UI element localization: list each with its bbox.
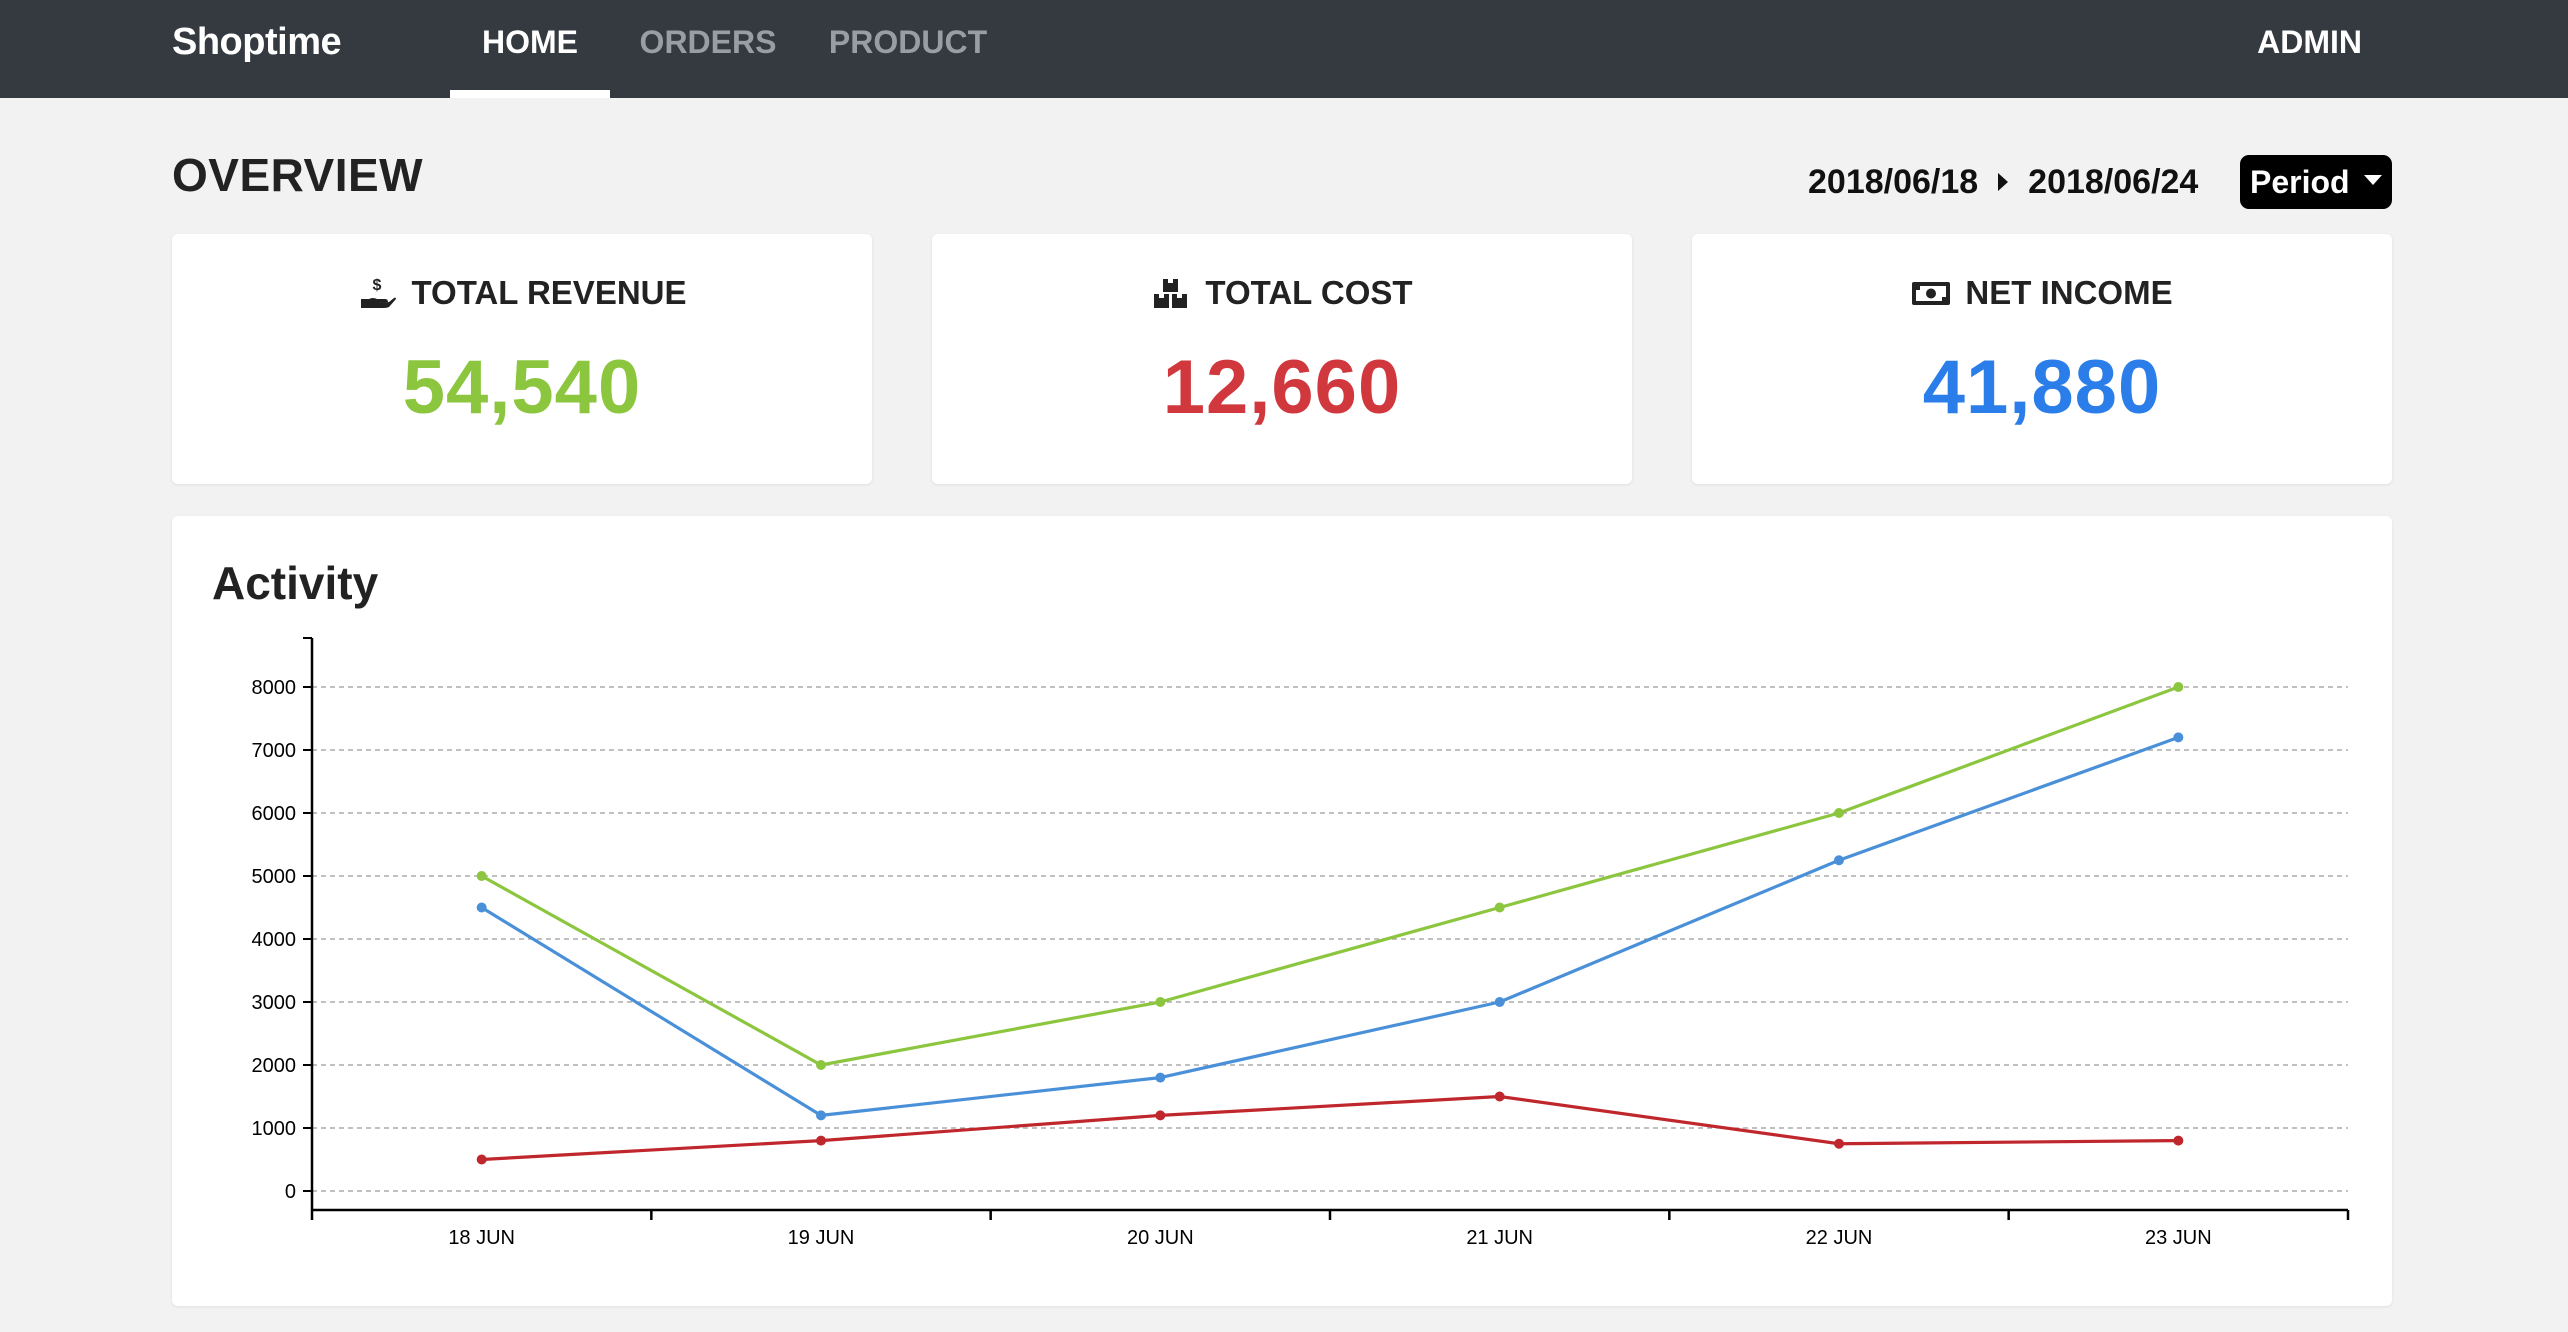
boxes-icon [1154, 279, 1188, 308]
card-label: TOTAL REVENUE [411, 274, 687, 311]
x-tick-label: 20 JUN [1127, 1227, 1194, 1249]
arrow-right-icon [1998, 173, 2009, 191]
caret-down-icon [2363, 175, 2382, 185]
series-0-point [1494, 902, 1505, 913]
card-value: 54,540 [402, 345, 642, 430]
series-1-point [1155, 1072, 1166, 1083]
date-from: 2018/06/18 [1808, 162, 1979, 201]
card-header: $ TOTAL REVENUE [172, 274, 872, 312]
series-2-point [2173, 1135, 2184, 1146]
card-label: TOTAL COST [1205, 274, 1413, 311]
y-tick-label: 6000 [252, 803, 297, 825]
tab-home[interactable]: HOME [450, 0, 610, 98]
activity-line-chart: 0 1000 2000 3000 4000 5000 6000 7000 8000 18 JUN 1… [252, 637, 2350, 1249]
series-2-point [1155, 1110, 1166, 1121]
series-1-point [476, 902, 487, 913]
series-0-point [1155, 997, 1166, 1007]
x-tick-label: 21 JUN [1466, 1227, 1533, 1249]
x-tick-label: 19 JUN [788, 1227, 855, 1249]
y-tick-label: 4000 [252, 929, 297, 951]
y-tick-label: 8000 [252, 677, 297, 699]
page-title: OVERVIEW [172, 149, 424, 201]
svg-text:$: $ [373, 277, 382, 294]
date-range: 2018/06/18 2018/06/24 [1808, 160, 2198, 204]
series-2-point [1834, 1138, 1844, 1149]
tab-product[interactable]: PRODUCT [818, 0, 998, 98]
period-dropdown-button[interactable]: Period [2240, 155, 2392, 209]
activity-panel: Activity 0 1000 2000 3000 4000 5000 6000 7000 80… [172, 516, 2392, 1306]
tab-orders[interactable]: ORDERS [628, 0, 788, 98]
series-2-point [476, 1154, 487, 1165]
series-line-1 [480, 735, 2179, 1118]
series-2-point [1494, 1091, 1505, 1102]
card-value: 41,880 [1922, 345, 2162, 430]
top-navbar: Shoptime HOME ORDERS PRODUCT ADMIN [0, 0, 2568, 98]
y-tick-label: 3000 [252, 992, 297, 1014]
series-1-point [1494, 997, 1505, 1007]
series-0-point [816, 1060, 826, 1070]
period-label: Period [2250, 163, 2350, 200]
brand-logo[interactable]: Shoptime [172, 0, 342, 84]
net-income-card: NET INCOME 41,880 [1692, 234, 2392, 484]
series-1-point [2173, 732, 2184, 743]
x-tick-label: 22 JUN [1806, 1227, 1873, 1249]
series-0-point [2173, 682, 2184, 692]
series-1-point [816, 1110, 826, 1121]
series-1-point [1834, 855, 1844, 866]
hand-holding-dollar-icon: $ [361, 277, 397, 308]
x-tick-label: 23 JUN [2145, 1227, 2212, 1249]
y-tick-label: 5000 [252, 866, 297, 888]
y-tick-label: 7000 [252, 740, 297, 762]
series-2-point [816, 1135, 826, 1146]
x-tick-label: 18 JUN [448, 1227, 515, 1249]
series-0-point [476, 871, 487, 881]
date-to: 2018/06/24 [2028, 162, 2199, 201]
y-tick-label: 2000 [252, 1055, 297, 1077]
money-bill-icon [1912, 282, 1951, 305]
card-label: NET INCOME [1965, 274, 2173, 311]
card-header: NET INCOME [1692, 274, 2392, 312]
admin-menu[interactable]: ADMIN [2257, 0, 2362, 84]
series-0-point [1834, 808, 1844, 818]
y-tick-label: 0 [285, 1181, 296, 1203]
y-tick-label: 1000 [252, 1118, 297, 1140]
total-revenue-card: $ TOTAL REVENUE 54,540 [172, 234, 872, 484]
card-value: 12,660 [1162, 345, 1402, 430]
total-cost-card: TOTAL COST 12,660 [932, 234, 1632, 484]
card-header: TOTAL COST [932, 274, 1632, 312]
